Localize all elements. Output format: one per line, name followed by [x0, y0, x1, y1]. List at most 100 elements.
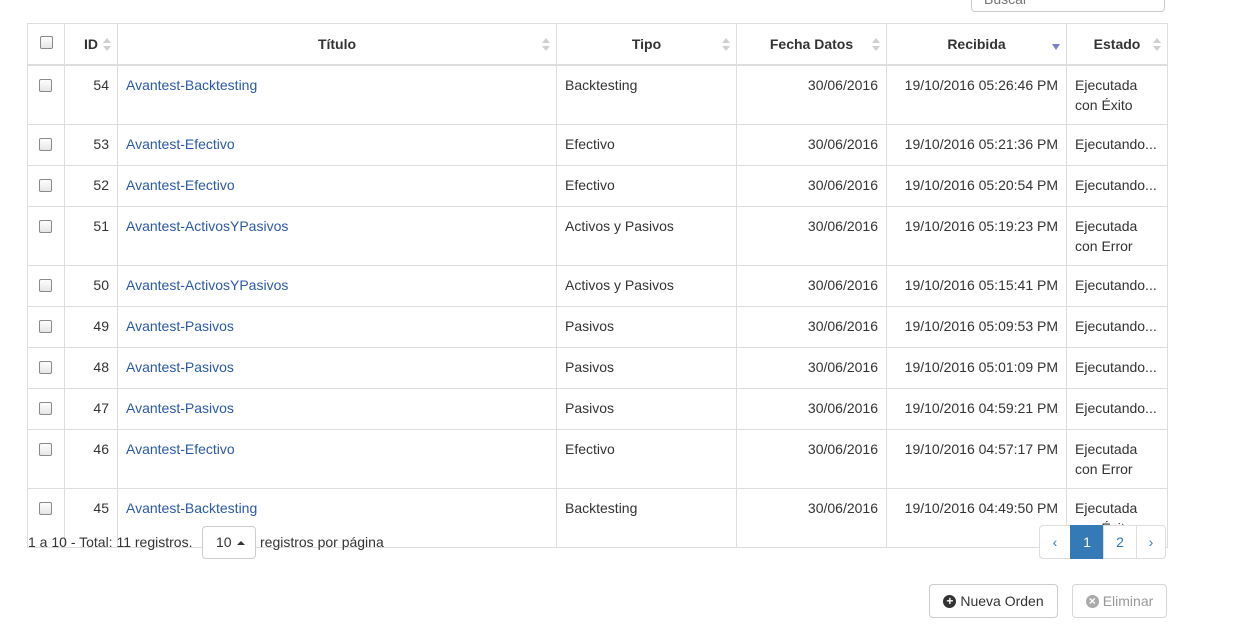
cell-fecha: 30/06/2016	[736, 387, 887, 430]
cell-recibida: 19/10/2016 04:57:17 PM	[886, 428, 1067, 489]
row-select-cell[interactable]	[27, 205, 65, 266]
plus-circle-icon: +	[943, 594, 957, 608]
cell-recibida: 19/10/2016 05:19:23 PM	[886, 205, 1067, 266]
page-size-dropdown[interactable]: 10	[202, 526, 256, 559]
column-header-fecha[interactable]: Fecha Datos	[736, 23, 887, 66]
cell-fecha: 30/06/2016	[736, 64, 887, 125]
sort-icon	[1153, 38, 1161, 52]
order-title-link[interactable]: Avantest-Pasivos	[126, 400, 234, 416]
table-row[interactable]: 52 Avantest-Efectivo Efectivo 30/06/2016…	[27, 164, 1168, 207]
row-checkbox[interactable]	[39, 178, 52, 192]
row-select-cell[interactable]	[27, 164, 65, 207]
sort-desc-icon	[1052, 44, 1060, 50]
column-header-titulo[interactable]: Título	[117, 23, 557, 66]
row-select-cell[interactable]	[27, 387, 65, 430]
cell-titulo: Avantest-Efectivo	[117, 123, 557, 166]
new-order-button[interactable]: + Nueva Orden	[929, 584, 1058, 618]
row-select-cell[interactable]	[27, 305, 65, 348]
column-header-id[interactable]: ID	[64, 23, 118, 66]
records-summary: 1 a 10 - Total: 11 registros.	[28, 534, 193, 550]
select-all-header[interactable]	[27, 23, 65, 66]
sort-icon	[722, 38, 730, 52]
row-checkbox[interactable]	[39, 442, 52, 456]
column-header-recibida-label: Recibida	[947, 35, 1006, 52]
pagination-page-1[interactable]: 1	[1070, 525, 1104, 559]
cell-titulo: Avantest-Backtesting	[117, 64, 557, 125]
cell-fecha: 30/06/2016	[736, 487, 887, 548]
row-checkbox[interactable]	[39, 319, 52, 333]
row-checkbox[interactable]	[39, 278, 52, 292]
order-title-link[interactable]: Avantest-ActivosYPasivos	[126, 218, 288, 234]
row-checkbox[interactable]	[39, 501, 52, 515]
cell-fecha: 30/06/2016	[736, 164, 887, 207]
pagination-prev[interactable]: ‹	[1039, 525, 1071, 559]
row-checkbox[interactable]	[39, 78, 52, 92]
order-title-link[interactable]: Avantest-Pasivos	[126, 318, 234, 334]
cell-estado: Ejecutando...	[1066, 264, 1168, 307]
column-header-recibida[interactable]: Recibida	[886, 23, 1067, 66]
cell-estado: Ejecutando...	[1066, 346, 1168, 389]
table-row[interactable]: 51 Avantest-ActivosYPasivos Activos y Pa…	[27, 205, 1168, 266]
caret-up-icon	[236, 541, 245, 545]
row-checkbox[interactable]	[39, 219, 52, 233]
row-select-cell[interactable]	[27, 64, 65, 125]
page-size-value: 10	[216, 534, 232, 550]
table-row[interactable]: 48 Avantest-Pasivos Pasivos 30/06/2016 1…	[27, 346, 1168, 389]
order-title-link[interactable]: Avantest-Efectivo	[126, 177, 235, 193]
cell-tipo: Pasivos	[556, 387, 737, 430]
column-header-tipo-label: Tipo	[631, 35, 662, 52]
row-checkbox[interactable]	[39, 360, 52, 374]
cell-titulo: Avantest-Pasivos	[117, 346, 557, 389]
table-row[interactable]: 54 Avantest-Backtesting Backtesting 30/0…	[27, 64, 1168, 125]
delete-button[interactable]: × Eliminar	[1072, 584, 1167, 618]
cell-fecha: 30/06/2016	[736, 205, 887, 266]
cell-id: 48	[64, 346, 118, 389]
row-select-cell[interactable]	[27, 123, 65, 166]
select-all-checkbox[interactable]	[39, 35, 53, 49]
cell-estado: Ejecutada con Error	[1066, 205, 1168, 266]
row-select-cell[interactable]	[27, 264, 65, 307]
order-title-link[interactable]: Avantest-Backtesting	[126, 500, 257, 516]
row-select-cell[interactable]	[27, 346, 65, 389]
search-input[interactable]	[971, 0, 1165, 12]
cell-fecha: 30/06/2016	[736, 346, 887, 389]
cell-id: 49	[64, 305, 118, 348]
column-header-estado[interactable]: Estado	[1066, 23, 1168, 66]
cell-id: 46	[64, 428, 118, 489]
row-checkbox[interactable]	[39, 401, 52, 415]
cell-id: 53	[64, 123, 118, 166]
cell-tipo: Efectivo	[556, 428, 737, 489]
cell-estado: Ejecutando...	[1066, 305, 1168, 348]
cell-fecha: 30/06/2016	[736, 123, 887, 166]
order-title-link[interactable]: Avantest-Pasivos	[126, 359, 234, 375]
row-checkbox[interactable]	[39, 137, 52, 151]
row-select-cell[interactable]	[27, 428, 65, 489]
table-row[interactable]: 49 Avantest-Pasivos Pasivos 30/06/2016 1…	[27, 305, 1168, 348]
column-header-fecha-label: Fecha Datos	[769, 35, 854, 52]
cell-tipo: Backtesting	[556, 64, 737, 125]
cell-id: 52	[64, 164, 118, 207]
cell-id: 50	[64, 264, 118, 307]
new-order-label: Nueva Orden	[960, 593, 1044, 609]
cell-tipo: Efectivo	[556, 123, 737, 166]
order-title-link[interactable]: Avantest-Efectivo	[126, 441, 235, 457]
cell-estado: Ejecutando...	[1066, 164, 1168, 207]
order-title-link[interactable]: Avantest-ActivosYPasivos	[126, 277, 288, 293]
table-row[interactable]: 50 Avantest-ActivosYPasivos Activos y Pa…	[27, 264, 1168, 307]
table-row[interactable]: 47 Avantest-Pasivos Pasivos 30/06/2016 1…	[27, 387, 1168, 430]
orders-table: ID Título Tipo Fecha Datos Recibida Esta…	[27, 23, 1168, 548]
order-title-link[interactable]: Avantest-Backtesting	[126, 77, 257, 93]
cell-recibida: 19/10/2016 05:15:41 PM	[886, 264, 1067, 307]
column-header-tipo[interactable]: Tipo	[556, 23, 737, 66]
table-row[interactable]: 46 Avantest-Efectivo Efectivo 30/06/2016…	[27, 428, 1168, 489]
cell-estado: Ejecutada con Error	[1066, 428, 1168, 489]
table-header-row: ID Título Tipo Fecha Datos Recibida Esta…	[27, 23, 1168, 66]
cell-recibida: 19/10/2016 05:20:54 PM	[886, 164, 1067, 207]
order-title-link[interactable]: Avantest-Efectivo	[126, 136, 235, 152]
cell-titulo: Avantest-Efectivo	[117, 428, 557, 489]
pagination-next[interactable]: ›	[1136, 525, 1166, 559]
cell-titulo: Avantest-Efectivo	[117, 164, 557, 207]
table-row[interactable]: 53 Avantest-Efectivo Efectivo 30/06/2016…	[27, 123, 1168, 166]
pagination-page-2[interactable]: 2	[1103, 525, 1137, 559]
table-row[interactable]: 45 Avantest-Backtesting Backtesting 30/0…	[27, 487, 1168, 548]
